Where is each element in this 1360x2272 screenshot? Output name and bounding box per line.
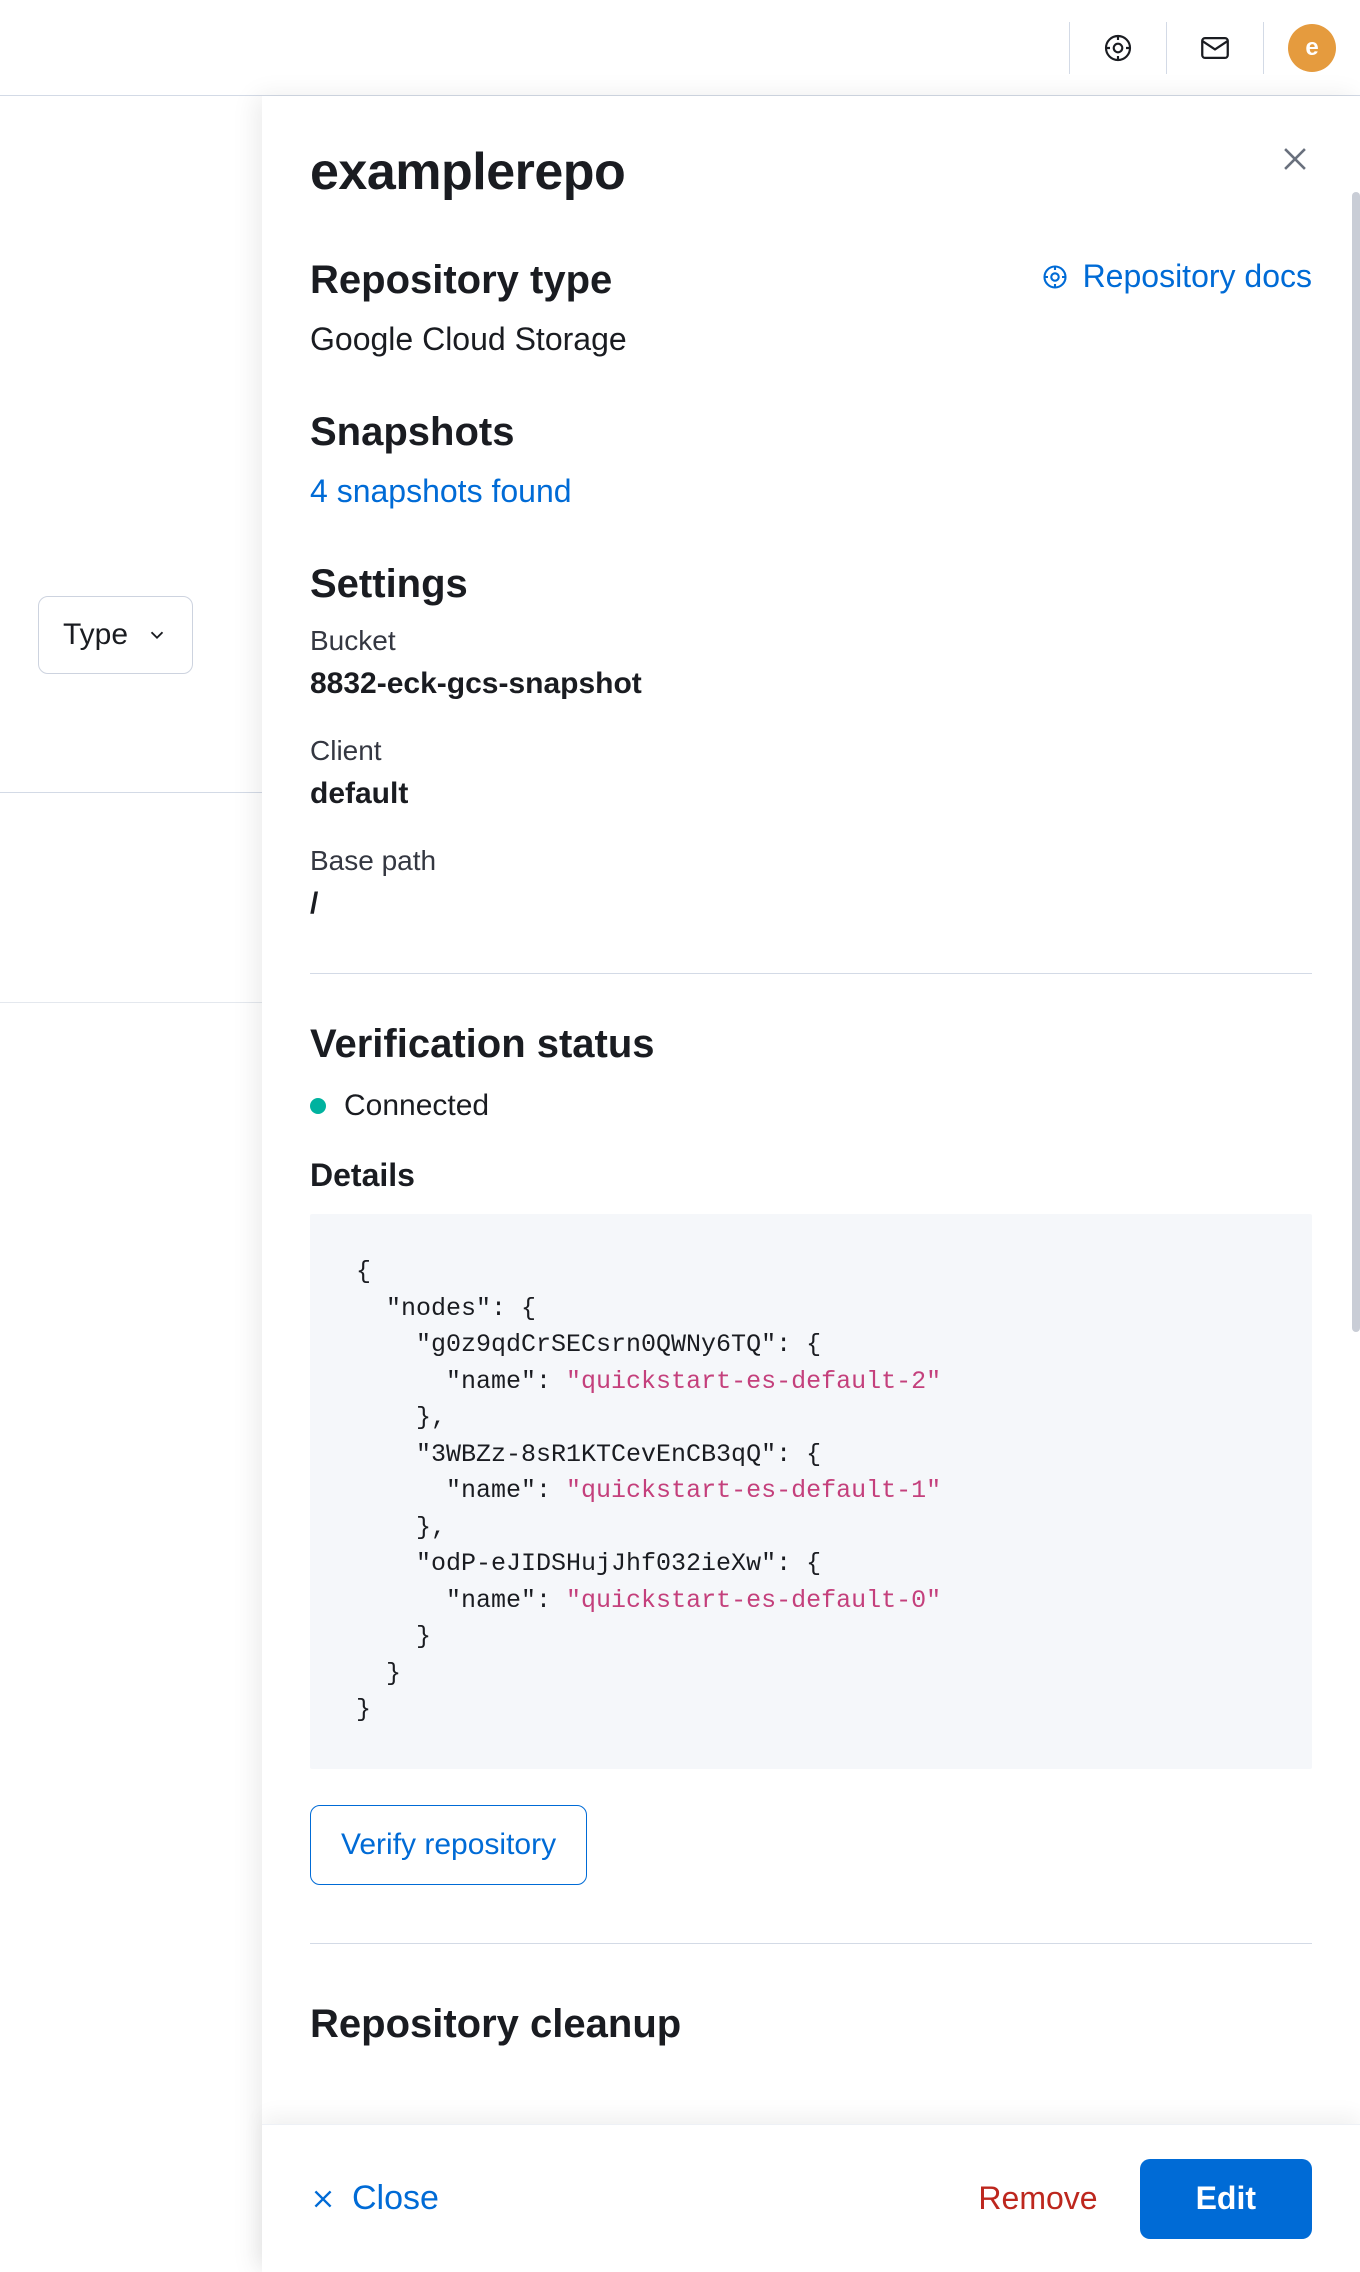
bucket-label: Bucket bbox=[310, 625, 1312, 657]
repository-title: examplerepo bbox=[310, 142, 1312, 202]
remove-button[interactable]: Remove bbox=[978, 2180, 1097, 2217]
settings-heading: Settings bbox=[310, 562, 1312, 607]
verification-status: Connected bbox=[310, 1089, 1312, 1123]
user-avatar[interactable]: e bbox=[1288, 24, 1336, 72]
repo-type-value: Google Cloud Storage bbox=[310, 321, 1312, 358]
divider bbox=[310, 973, 1312, 974]
status-text: Connected bbox=[344, 1089, 489, 1123]
flyout-footer: Close Remove Edit bbox=[262, 2124, 1360, 2272]
status-dot-icon bbox=[310, 1098, 326, 1114]
close-label: Close bbox=[352, 2179, 439, 2218]
scrollbar-thumb[interactable] bbox=[1352, 192, 1360, 1332]
help-circle-icon bbox=[1041, 263, 1069, 291]
close-icon bbox=[310, 2186, 336, 2212]
mail-icon[interactable] bbox=[1167, 22, 1263, 74]
close-button[interactable]: Close bbox=[310, 2179, 439, 2218]
repository-docs-label: Repository docs bbox=[1083, 258, 1312, 295]
snapshots-found-link[interactable]: 4 snapshots found bbox=[310, 473, 1312, 510]
type-filter-button[interactable]: Type bbox=[38, 596, 193, 674]
basepath-label: Base path bbox=[310, 845, 1312, 877]
app-top-bar: e bbox=[0, 0, 1360, 96]
basepath-value: / bbox=[310, 887, 1312, 921]
verification-heading: Verification status bbox=[310, 1022, 1312, 1067]
divider bbox=[310, 1943, 1312, 1944]
bucket-value: 8832-eck-gcs-snapshot bbox=[310, 667, 1312, 701]
edit-button[interactable]: Edit bbox=[1140, 2159, 1312, 2239]
close-icon[interactable] bbox=[1278, 142, 1312, 176]
flyout-body: examplerepo Repository type Repository d… bbox=[262, 96, 1360, 2124]
details-heading: Details bbox=[310, 1157, 1312, 1194]
snapshots-heading: Snapshots bbox=[310, 410, 1312, 455]
repo-type-heading: Repository type bbox=[310, 258, 612, 303]
chevron-down-icon bbox=[146, 624, 168, 646]
client-value: default bbox=[310, 777, 1312, 811]
verification-json-block: { "nodes": { "g0z9qdCrSECsrn0QWNy6TQ": {… bbox=[310, 1214, 1312, 1769]
cleanup-heading: Repository cleanup bbox=[310, 2002, 1312, 2047]
repository-docs-link[interactable]: Repository docs bbox=[1041, 258, 1312, 295]
verify-repository-button[interactable]: Verify repository bbox=[310, 1805, 587, 1885]
repository-details-flyout: examplerepo Repository type Repository d… bbox=[262, 96, 1360, 2272]
help-icon[interactable] bbox=[1070, 22, 1166, 74]
type-filter-label: Type bbox=[63, 618, 128, 652]
client-label: Client bbox=[310, 735, 1312, 767]
